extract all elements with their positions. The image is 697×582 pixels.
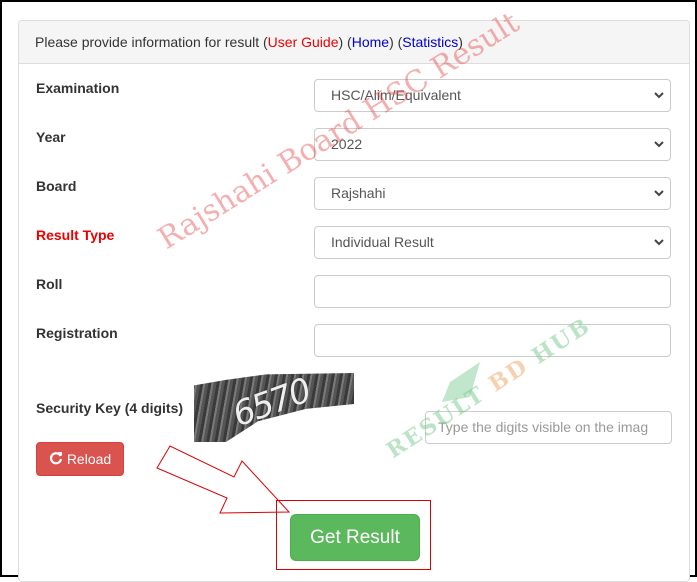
examination-select[interactable]: HSC/Alim/Equivalent [314,79,671,112]
registration-label: Registration [36,325,118,341]
board-select[interactable]: Rajshahi [314,177,671,210]
board-label: Board [36,178,77,194]
roll-input[interactable] [314,275,671,308]
heading-suffix: ) [458,34,463,50]
registration-input[interactable] [314,324,671,357]
captcha-text: 6570 [227,370,316,436]
heading-prefix: Please provide information for result ( [35,34,268,50]
heading-separator: ) ( [389,34,403,50]
chevron-down-icon [652,178,666,209]
result-type-select[interactable]: Individual Result [314,226,671,259]
security-key-label: Security Key (4 digits) [36,400,184,416]
roll-label: Roll [36,276,63,292]
user-guide-link[interactable]: User Guide [268,34,339,50]
year-select[interactable]: 2022 [314,128,671,161]
reload-label: Reload [66,451,112,467]
heading-separator: ) ( [338,34,352,50]
chevron-down-icon [652,80,666,111]
chevron-down-icon [652,227,666,258]
result-type-label: Result Type [36,227,115,243]
panel-heading: Please provide information for result (U… [19,21,689,64]
year-label: Year [36,129,66,145]
chevron-down-icon [652,129,666,160]
home-link[interactable]: Home [352,34,389,50]
refresh-icon [49,451,63,468]
captcha-image: 6570 [194,373,354,442]
result-form-panel: Please provide information for result (U… [18,20,690,582]
examination-label: Examination [36,80,120,96]
statistics-link[interactable]: Statistics [402,34,458,50]
year-value: 2022 [331,136,363,152]
examination-value: HSC/Alim/Equivalent [331,87,461,103]
result-type-value: Individual Result [331,234,434,250]
get-result-button[interactable]: Get Result [290,514,420,561]
page-frame: Please provide information for result (U… [2,2,695,582]
reload-button[interactable]: Reload [36,442,124,476]
board-value: Rajshahi [331,185,386,201]
security-key-input[interactable]: Type the digits visible on the imag [425,411,672,444]
